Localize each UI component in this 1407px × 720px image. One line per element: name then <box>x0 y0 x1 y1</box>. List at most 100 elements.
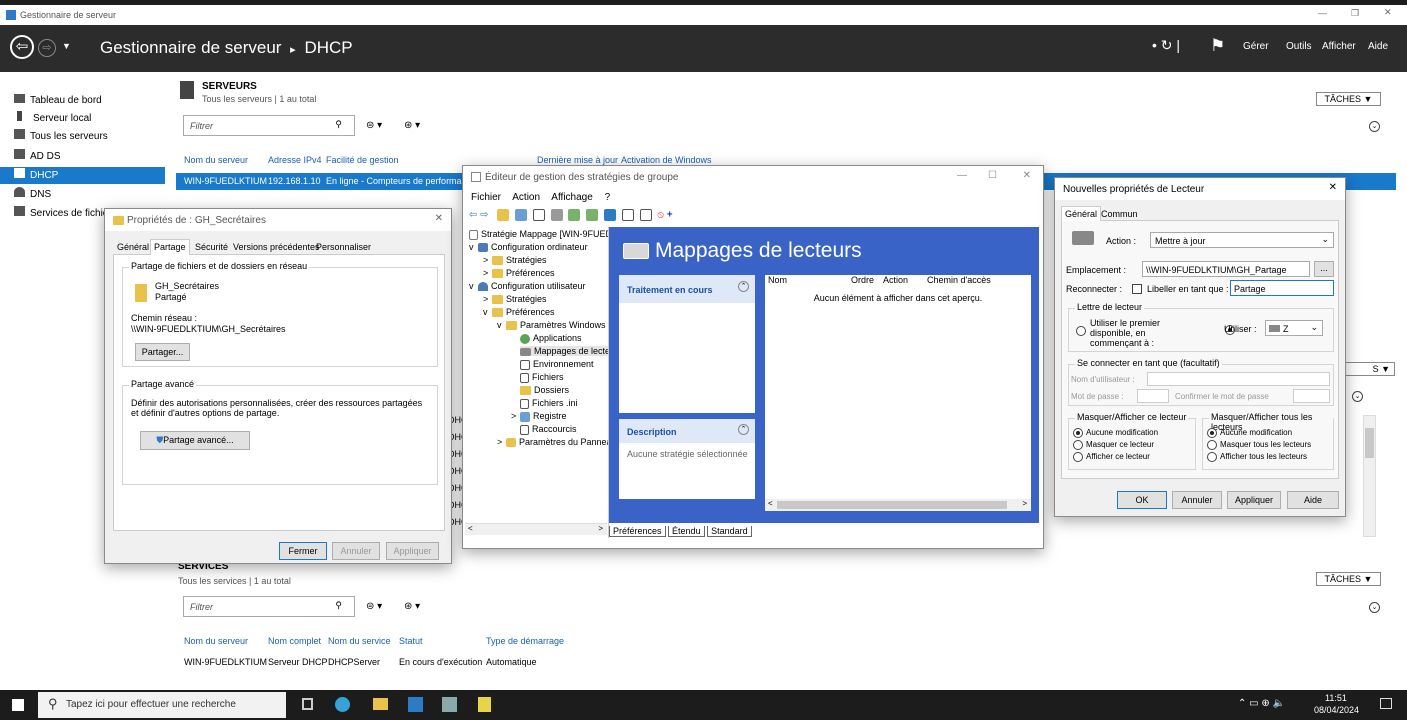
minimize-icon[interactable]: — <box>957 170 967 181</box>
apply-button[interactable]: Appliquer <box>1227 491 1281 509</box>
action-select[interactable]: Mettre à jour ⌄ <box>1150 232 1334 248</box>
collapse-icon[interactable]: ⌃ <box>738 424 749 435</box>
col-name[interactable]: Nom <box>768 275 787 285</box>
event-tasks-button[interactable]: S ▼ <box>1340 362 1395 376</box>
collapse-icon[interactable]: ⌃ <box>738 281 749 292</box>
tree-item-folders[interactable]: Dossiers <box>520 385 569 396</box>
menu-view[interactable]: Affichage <box>551 192 593 203</box>
hideall-option-hide[interactable]: Masquer tous les lecteurs <box>1207 440 1311 450</box>
scroll-right-icon[interactable]: > <box>1022 499 1027 508</box>
apply-button[interactable]: Appliquer <box>386 542 439 560</box>
col-action[interactable]: Action <box>883 275 908 285</box>
scroll-thumb[interactable] <box>777 501 1007 509</box>
close-icon[interactable]: ✕ <box>435 213 443 224</box>
table-row[interactable]: WIN-9FUEDLKTIUM Serveur DHCP DHCPServer … <box>176 657 976 671</box>
stop-icon[interactable]: ⦸ <box>657 210 664 221</box>
cancel-button[interactable]: Annuler <box>1172 491 1222 509</box>
expand-arrow-icon[interactable]: v <box>483 307 492 317</box>
tree-item-computer-policies[interactable]: > Stratégies <box>483 255 547 266</box>
save-query-icon[interactable]: ⊛ ▾ <box>404 601 420 612</box>
history-dropdown-icon[interactable]: ▼ <box>62 41 71 51</box>
breadcrumb-root[interactable]: Gestionnaire de serveur <box>100 38 281 57</box>
close-icon[interactable]: ✕ <box>1384 7 1392 18</box>
tree-item-ini-files[interactable]: Fichiers .ini <box>520 398 578 409</box>
details-icon[interactable] <box>621 209 634 221</box>
forward-arrow-icon[interactable]: ⇨ <box>480 210 488 221</box>
services-filter-input[interactable]: Filtrer ⚲ <box>183 596 355 617</box>
up-folder-icon[interactable] <box>497 209 510 221</box>
events-scrollbar[interactable] <box>1363 415 1376 537</box>
expand-arrow-icon[interactable]: > <box>497 437 506 447</box>
help-button[interactable]: Aide <box>1287 491 1339 509</box>
menu-help[interactable]: Aide <box>1368 41 1388 52</box>
sidebar-item-all-servers[interactable]: Tous les serveurs <box>0 128 165 146</box>
password-input[interactable] <box>1137 389 1169 403</box>
servers-filter-input[interactable]: Filtrer ⚲ <box>183 115 355 136</box>
maximize-icon[interactable]: ❐ <box>1351 8 1359 19</box>
notification-center-icon[interactable] <box>1380 698 1392 709</box>
expand-arrow-icon[interactable]: v <box>469 242 478 252</box>
tree-item-computer-config[interactable]: v Configuration ordinateur <box>469 242 588 253</box>
expand-arrow-icon[interactable]: > <box>511 411 520 421</box>
clock-date[interactable]: 08/04/2024 <box>1314 705 1359 715</box>
username-input[interactable] <box>1147 372 1330 386</box>
hideall-option-no-change[interactable]: Aucune modification <box>1207 428 1292 438</box>
col-path[interactable]: Chemin d'accès <box>927 275 991 285</box>
services-tasks-button[interactable]: TÂCHES ▼ <box>1316 572 1381 586</box>
tab-extended[interactable]: Étendu <box>668 526 705 537</box>
tab-standard[interactable]: Standard <box>707 526 752 537</box>
share-button[interactable]: Partager... <box>135 343 190 361</box>
tree-item-policy[interactable]: Stratégie Mappage [WIN-9FUEDLKTIUM] <box>469 229 608 240</box>
tree-item-environment[interactable]: Environnement <box>520 359 594 370</box>
menu-help[interactable]: ? <box>605 192 611 203</box>
minimize-icon[interactable]: — <box>1318 8 1327 18</box>
help-icon[interactable] <box>604 209 617 221</box>
expand-arrow-icon[interactable]: > <box>483 255 492 265</box>
back-icon[interactable]: ⇦ <box>10 35 34 59</box>
properties-view-icon[interactable] <box>515 209 528 221</box>
list-options-icon[interactable]: ⊜ ▾ <box>366 120 382 131</box>
notifications-flag-icon[interactable]: ⚑ <box>1210 36 1225 56</box>
expand-arrow-icon[interactable]: v <box>497 320 506 330</box>
tree-item-control-panel[interactable]: > Paramètres du Panneau de configuration <box>497 437 608 448</box>
save-query-icon[interactable]: ⊛ ▾ <box>404 120 420 131</box>
tray-icons[interactable]: ⌃ ▭ ⊕ 🔈 <box>1238 698 1285 709</box>
tree-item-registry[interactable]: > Registre <box>511 411 567 422</box>
menu-view[interactable]: Afficher <box>1322 41 1356 52</box>
hide-option-no-change[interactable]: Aucune modification <box>1073 428 1158 438</box>
tab-common[interactable]: Commun <box>1101 209 1138 219</box>
sidebar-item-dns[interactable]: DNS <box>0 186 165 204</box>
tree-item-windows-settings[interactable]: v Paramètres Windows <box>497 320 606 331</box>
event-expand-icon[interactable]: ⌄ <box>1352 391 1363 402</box>
menu-file[interactable]: Fichier <box>471 192 501 203</box>
file-explorer-icon[interactable] <box>373 698 388 710</box>
tree-hscrollbar[interactable]: < > <box>465 523 607 535</box>
tab-customize[interactable]: Personnaliser <box>316 242 371 252</box>
export-icon[interactable] <box>568 209 581 221</box>
sidebar-item-adds[interactable]: AD DS <box>0 148 165 166</box>
col-server-name[interactable]: Nom du serveur <box>184 636 248 646</box>
label-as-input[interactable]: Partage <box>1230 280 1334 296</box>
col-last-update[interactable]: Dernière mise à jour <box>537 155 618 165</box>
windows-start-icon[interactable] <box>12 699 24 711</box>
expand-arrow-icon[interactable]: > <box>483 294 492 304</box>
tree-item-computer-preferences[interactable]: > Préférences <box>483 268 555 279</box>
sidebar-item-dashboard[interactable]: Tableau de bord <box>0 92 165 110</box>
close-icon[interactable]: ✕ <box>1329 182 1337 193</box>
sidebar-item-local-server[interactable]: Serveur local <box>0 110 165 128</box>
browse-button[interactable]: ... <box>1314 261 1334 277</box>
server-manager-taskbar-icon[interactable] <box>408 697 423 712</box>
col-ipv4[interactable]: Adresse IPv4 <box>268 155 322 165</box>
list-options-icon[interactable]: ⊜ ▾ <box>366 601 382 612</box>
taskbar-search-input[interactable]: ⚲ Tapez ici pour effectuer une recherche <box>38 692 286 718</box>
tree-item-applications[interactable]: Applications <box>520 333 582 344</box>
first-available-radio[interactable] <box>1076 326 1086 337</box>
col-full-name[interactable]: Nom complet <box>268 636 321 646</box>
tree-item-drive-maps[interactable]: Mappages de lecteurs <box>520 346 608 356</box>
close-button[interactable]: Fermer <box>279 542 327 560</box>
col-order[interactable]: Ordre <box>851 275 874 285</box>
expand-icon[interactable]: ⌄ <box>1369 121 1380 132</box>
tab-general[interactable]: Général <box>117 242 149 252</box>
import-icon[interactable] <box>586 209 599 221</box>
tab-sharing[interactable]: Partage <box>150 239 190 255</box>
